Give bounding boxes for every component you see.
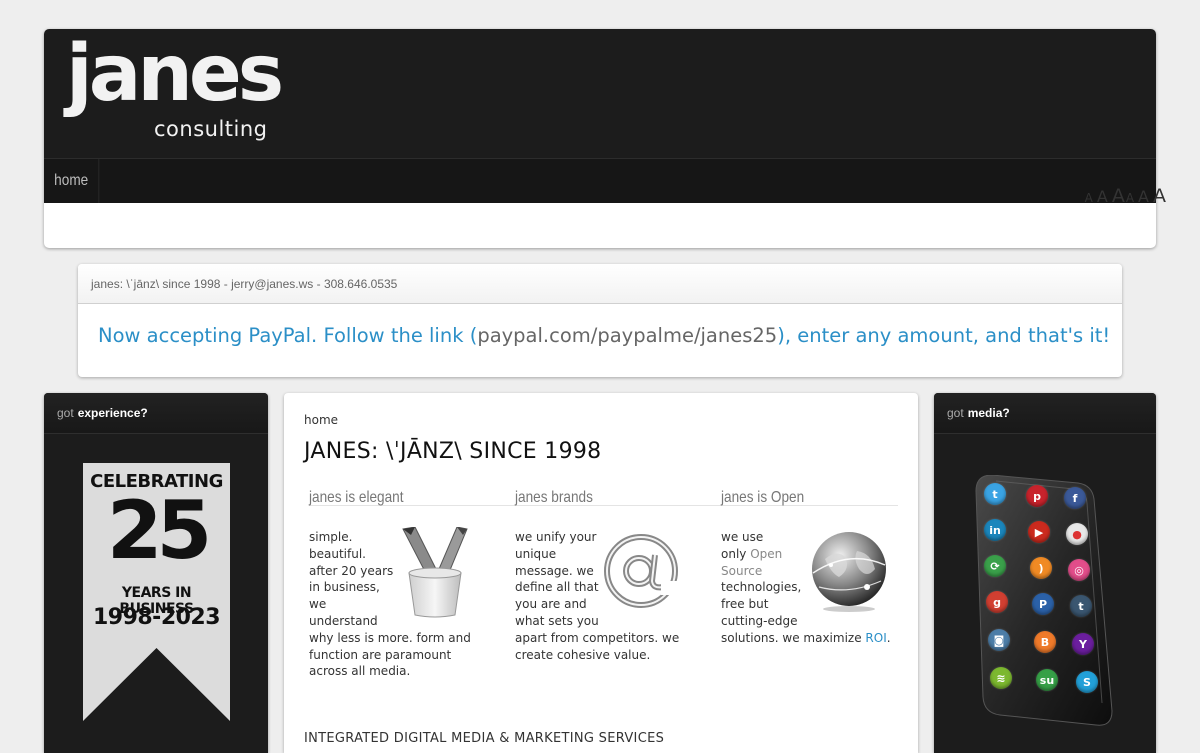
paypal-message-after: ), enter any amount, and that's it! xyxy=(777,324,1111,347)
contact-line: janes: \ˈjānz\ since 1998 - jerry@janes.… xyxy=(78,264,1122,304)
column-title: janes brands xyxy=(515,489,593,506)
google-plus-icon[interactable]: g xyxy=(986,591,1008,613)
at-sign-icon xyxy=(604,534,681,608)
column-line: solutions. we maximize ROI. xyxy=(721,630,891,647)
spotify-icon[interactable]: ≋ xyxy=(990,667,1012,689)
column-line: why less is more. form and xyxy=(309,630,471,645)
font-size-xl-button[interactable]: A xyxy=(1153,185,1166,207)
logo-main-text: janes xyxy=(66,29,284,119)
font-size-s-button[interactable]: A xyxy=(1097,187,1108,206)
blogger-icon[interactable]: B xyxy=(1034,631,1056,653)
heading-prefix: got xyxy=(57,406,74,420)
open-link[interactable]: Open xyxy=(750,547,782,561)
dribbble-icon[interactable]: ◎ xyxy=(1068,559,1090,581)
experience-panel-heading: got experience? xyxy=(44,393,268,434)
site-logo[interactable]: janes consulting xyxy=(66,35,284,147)
pencil-cup-icon xyxy=(402,527,468,618)
stumbleupon-icon[interactable]: su xyxy=(1036,669,1058,691)
font-size-controls: A A A A A A xyxy=(1085,185,1166,207)
linkedin-icon[interactable]: in xyxy=(984,519,1006,541)
column-line: cutting-edge xyxy=(721,613,798,628)
font-size-m-button[interactable]: A xyxy=(1112,185,1125,207)
roi-end: . xyxy=(886,630,891,645)
paypal-link[interactable]: paypal.com/paypalme/janes25 xyxy=(477,324,777,347)
banner-number: 25 xyxy=(106,484,212,577)
twitter-icon[interactable]: t xyxy=(984,483,1006,505)
anniversary-banner: CELEBRATING 25 YEARS IN BUSINESS 1998-20… xyxy=(83,463,230,721)
experience-panel: got experience? CELEBRATING 25 YEARS IN … xyxy=(44,393,268,753)
breadcrumb[interactable]: home xyxy=(304,413,338,427)
tumblr-icon[interactable]: t xyxy=(1070,595,1092,617)
social-media-phone: t p f in ▶ ● ⟳) ◎ g Pt ◙ B Y ≋ su S xyxy=(974,475,1114,727)
column-line: function are paramount xyxy=(309,647,452,662)
only-text: only xyxy=(721,546,751,561)
paypal-icon[interactable]: P xyxy=(1032,593,1054,615)
column-title: janes is elegant xyxy=(309,489,404,506)
pinterest-icon[interactable]: p xyxy=(1026,485,1048,507)
feature-column-open: janes is Open we use only Open Source te… xyxy=(721,489,911,645)
nav-item-home[interactable]: home xyxy=(44,159,100,203)
column-line: what sets you xyxy=(515,613,599,628)
globe-icon xyxy=(812,532,886,612)
youtube-icon[interactable]: ▶ xyxy=(1028,521,1050,543)
heading-strong: media? xyxy=(967,406,1010,420)
roi-link[interactable]: ROI xyxy=(865,631,886,645)
column-line: across all media. xyxy=(309,664,411,679)
main-content: home JANES: \ˈJĀNZ\ SINCE 1998 janes is … xyxy=(284,393,918,753)
font-size-xs-button[interactable]: A xyxy=(1085,191,1093,205)
column-line: apart from competitors. we xyxy=(515,630,680,645)
page-title: JANES: \ˈJĀNZ\ SINCE 1998 xyxy=(304,439,602,464)
column-title: janes is Open xyxy=(721,489,805,506)
heading-strong: experience? xyxy=(77,406,148,420)
share-icon[interactable]: ⟳ xyxy=(984,555,1006,577)
logo-sub-text: consulting xyxy=(154,117,268,141)
skype-icon[interactable]: S xyxy=(1076,671,1098,693)
paypal-message-before: Now accepting PayPal. Follow the link ( xyxy=(98,324,478,347)
roi-text: solutions. we maximize xyxy=(721,630,866,645)
media-panel-heading: got media? xyxy=(934,393,1156,434)
header-top: janes consulting xyxy=(44,29,1156,159)
instagram-icon[interactable]: ◙ xyxy=(988,629,1010,651)
feature-column-elegant: janes is elegant simple. beautiful. afte… xyxy=(309,489,499,678)
yahoo-icon[interactable]: Y xyxy=(1072,633,1094,655)
column-line: create cohesive value. xyxy=(515,647,651,662)
font-size-l-button[interactable]: A xyxy=(1138,187,1149,206)
banner-range: 1998-2023 xyxy=(92,605,221,630)
main-nav: home xyxy=(44,159,1156,203)
feature-column-brands: janes brands we unify your unique messag… xyxy=(515,489,705,662)
paypal-message: Now accepting PayPal. Follow the link (p… xyxy=(78,304,1122,347)
rss-icon[interactable]: ) xyxy=(1030,557,1052,579)
services-heading: INTEGRATED DIGITAL MEDIA & MARKETING SER… xyxy=(304,731,665,746)
site-header: janes consulting home xyxy=(44,29,1156,248)
flickr-icon[interactable]: ● xyxy=(1066,523,1088,545)
heading-prefix: got xyxy=(947,406,964,420)
media-panel: got media? t p f in ▶ ● ⟳) ◎ g Pt ◙ B Y ≋ su S xyxy=(934,393,1156,753)
facebook-icon[interactable]: f xyxy=(1064,487,1086,509)
info-bar: janes: \ˈjānz\ since 1998 - jerry@janes.… xyxy=(78,264,1122,377)
font-size-decrease-button[interactable]: A xyxy=(1126,191,1134,205)
